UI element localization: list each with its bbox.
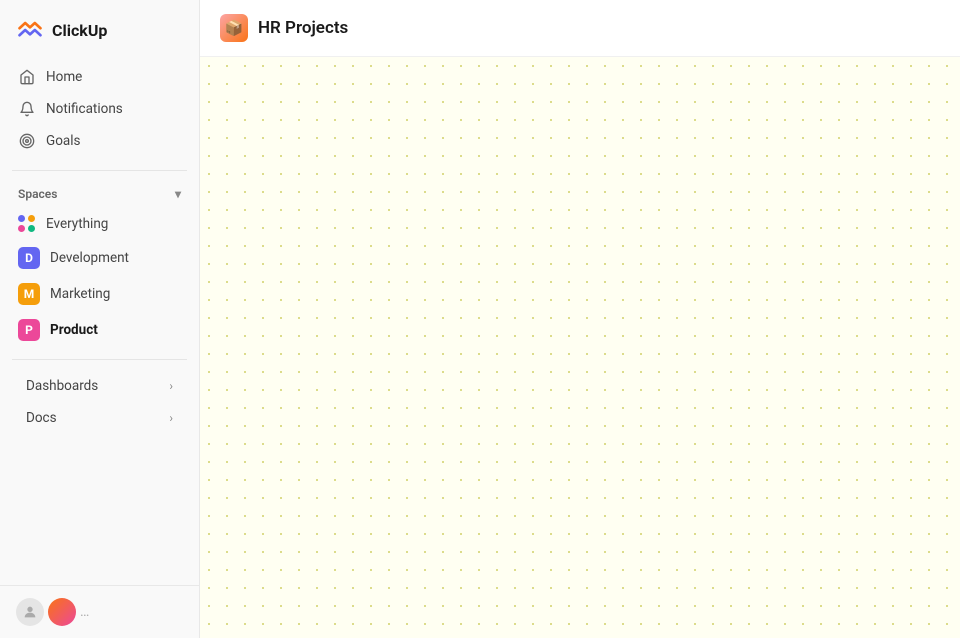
spaces-header[interactable]: Spaces ▾ — [0, 181, 199, 207]
logo-text: ClickUp — [52, 21, 107, 40]
logo-area[interactable]: ClickUp — [0, 0, 199, 58]
bell-icon — [18, 100, 36, 118]
sidebar-bottom[interactable]: … — [0, 585, 199, 638]
clickup-logo-icon — [16, 16, 44, 44]
divider-2 — [12, 359, 187, 360]
avatar-placeholder-icon — [22, 604, 38, 620]
goals-icon — [18, 132, 36, 150]
home-icon — [18, 68, 36, 86]
page-title: HR Projects — [258, 18, 348, 38]
docs-label: Docs — [26, 410, 57, 426]
development-badge: D — [18, 247, 40, 269]
goals-label: Goals — [46, 133, 81, 149]
marketing-badge: M — [18, 283, 40, 305]
user-avatar[interactable] — [48, 598, 76, 626]
marketing-label: Marketing — [50, 286, 110, 302]
sidebar-item-development[interactable]: D Development — [8, 241, 191, 275]
home-label: Home — [46, 69, 82, 85]
user-menu-dots[interactable]: … — [80, 604, 89, 620]
product-label: Product — [50, 322, 98, 338]
dashboards-chevron-icon: › — [169, 379, 173, 393]
product-badge: P — [18, 319, 40, 341]
docs-section[interactable]: Docs › — [8, 402, 191, 434]
top-nav: Home Notifications Goals — [0, 58, 199, 160]
avatar-bg — [16, 598, 44, 626]
dashboards-label: Dashboards — [26, 378, 98, 394]
sidebar-item-marketing[interactable]: M Marketing — [8, 277, 191, 311]
spaces-list: Everything D Development M Marketing P P… — [0, 207, 199, 349]
everything-label: Everything — [46, 216, 108, 232]
everything-grid-icon — [18, 215, 36, 233]
development-label: Development — [50, 250, 129, 266]
sidebar-item-product[interactable]: P Product — [8, 313, 191, 347]
spaces-label: Spaces — [18, 187, 57, 201]
avatar-area[interactable]: … — [16, 598, 89, 626]
dotted-canvas — [200, 57, 960, 638]
spaces-chevron-icon: ▾ — [175, 187, 181, 201]
main-header: 📦 HR Projects — [200, 0, 960, 57]
main-content: 📦 HR Projects — [200, 0, 960, 638]
sidebar-item-notifications[interactable]: Notifications — [8, 94, 191, 124]
docs-chevron-icon: › — [169, 411, 173, 425]
project-icon: 📦 — [220, 14, 248, 42]
sidebar: ClickUp Home Notifications — [0, 0, 200, 638]
sidebar-item-home[interactable]: Home — [8, 62, 191, 92]
sidebar-item-goals[interactable]: Goals — [8, 126, 191, 156]
sidebar-item-everything[interactable]: Everything — [8, 209, 191, 239]
notifications-label: Notifications — [46, 101, 123, 117]
dashboards-section[interactable]: Dashboards › — [8, 370, 191, 402]
divider-1 — [12, 170, 187, 171]
